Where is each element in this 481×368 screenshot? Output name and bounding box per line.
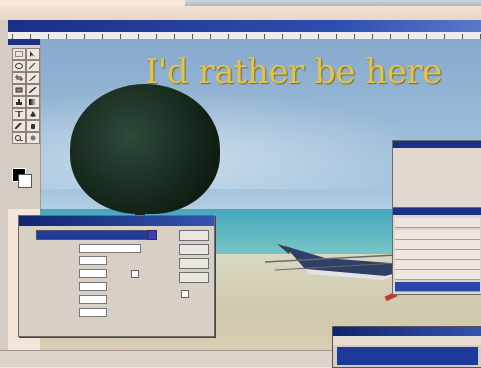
move-icon — [30, 51, 35, 57]
minimized-app-window — [332, 326, 481, 368]
eraser-tool[interactable] — [12, 84, 26, 96]
app-workspace — [337, 347, 478, 365]
menu-bar[interactable] — [0, 6, 481, 20]
background-color-swatch[interactable] — [18, 174, 32, 188]
text-tool[interactable] — [12, 108, 26, 120]
zoom-icon — [15, 135, 23, 141]
quick-mask-tool[interactable] — [26, 132, 40, 144]
eraser-icon — [15, 87, 23, 93]
marquee-tool[interactable] — [12, 48, 26, 60]
pencil-tool[interactable] — [26, 84, 40, 96]
headline-text-layer: I'd rather be here — [145, 52, 442, 92]
text-icon — [15, 111, 23, 117]
blur-field[interactable] — [79, 295, 107, 304]
intensity-field[interactable] — [79, 308, 107, 317]
layer-row[interactable] — [395, 218, 480, 228]
layer-style-dialog — [18, 215, 215, 337]
layer-row[interactable] — [395, 270, 480, 280]
blend-mode-field[interactable] — [79, 244, 141, 253]
brush-tool[interactable] — [26, 72, 40, 84]
lasso-icon — [15, 63, 23, 69]
layer-row[interactable] — [395, 250, 480, 260]
document-title-bar[interactable] — [8, 20, 481, 32]
crop-tool[interactable] — [12, 72, 26, 84]
layers-palette — [392, 207, 481, 295]
mode-dropdown[interactable] — [36, 230, 148, 240]
lasso-tool[interactable] — [12, 60, 26, 72]
eyedropper-icon — [15, 123, 22, 129]
layer-row-selected[interactable] — [395, 282, 480, 292]
gradient-icon — [29, 99, 37, 105]
prev-button[interactable] — [179, 258, 209, 269]
preview-checkbox[interactable] — [181, 290, 189, 298]
layers-title-bar[interactable] — [393, 208, 481, 215]
stamp-tool[interactable] — [12, 96, 26, 108]
palette-title-bar[interactable] — [393, 141, 481, 148]
gradient-tool[interactable] — [26, 96, 40, 108]
color-swatch[interactable] — [147, 230, 157, 240]
left-strip — [0, 20, 8, 366]
zoom-tool[interactable] — [12, 132, 26, 144]
pen-icon — [30, 111, 36, 117]
cancel-button[interactable] — [179, 244, 209, 255]
navigator-palette — [392, 140, 481, 210]
opacity-field[interactable] — [79, 256, 107, 265]
next-button[interactable] — [179, 272, 209, 283]
distance-field[interactable] — [79, 282, 107, 291]
layer-row[interactable] — [395, 240, 480, 250]
pen-tool[interactable] — [26, 108, 40, 120]
app-menu-bar[interactable] — [333, 336, 481, 345]
move-tool[interactable] — [26, 48, 40, 60]
app-title-bar[interactable] — [333, 327, 481, 336]
ok-button[interactable] — [179, 230, 209, 241]
eyedropper-tool[interactable] — [12, 120, 26, 132]
quick-mask-icon — [30, 135, 36, 141]
tree-canopy — [70, 84, 220, 214]
toolbox-title-bar[interactable] — [8, 39, 40, 45]
dialog-title-bar[interactable] — [19, 216, 214, 226]
use-global-angle-checkbox[interactable] — [131, 270, 139, 278]
magic-wand-icon — [29, 63, 36, 69]
crop-icon — [15, 75, 23, 81]
magic-wand-tool[interactable] — [26, 60, 40, 72]
angle-field[interactable] — [79, 269, 107, 278]
stamp-icon — [16, 99, 22, 105]
pencil-icon — [29, 87, 37, 93]
layer-row[interactable] — [395, 260, 480, 270]
hand-tool[interactable] — [26, 120, 40, 132]
marquee-icon — [15, 51, 23, 57]
layer-row[interactable] — [395, 230, 480, 240]
brush-icon — [29, 75, 36, 81]
hand-icon — [31, 124, 35, 129]
